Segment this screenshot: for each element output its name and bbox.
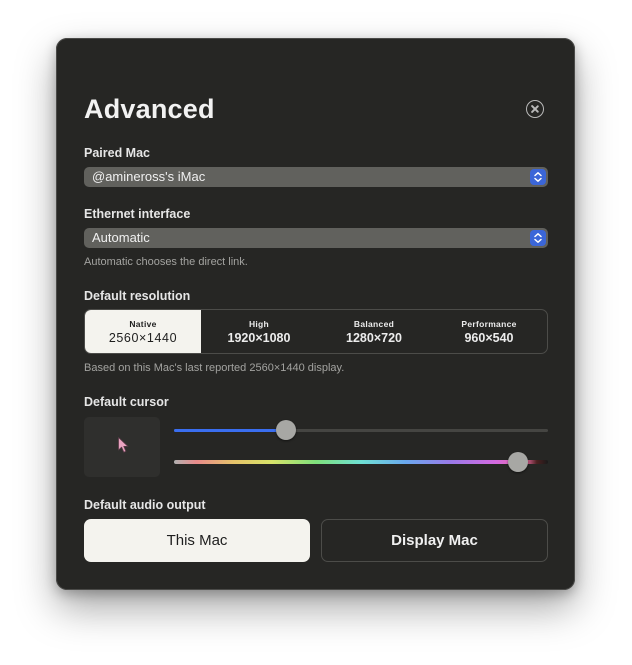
default-resolution-label: Default resolution [84, 289, 191, 303]
resolution-option-value: 960×540 [464, 331, 514, 345]
audio-option-this-mac[interactable]: This Mac [84, 519, 310, 562]
resolution-option-name: Performance [461, 319, 517, 329]
cursor-color-slider[interactable] [174, 460, 548, 464]
cursor-color-slider-thumb[interactable] [508, 452, 529, 472]
resolution-option-name: Native [129, 319, 157, 329]
default-audio-output-label: Default audio output [84, 498, 206, 512]
paired-mac-select[interactable]: @amineross's iMac [84, 167, 548, 187]
ethernet-interface-label: Ethernet interface [84, 207, 191, 221]
audio-option-display-mac[interactable]: Display Mac [321, 519, 548, 562]
paired-mac-value: @amineross's iMac [92, 169, 206, 184]
dialog-title: Advanced [84, 94, 215, 124]
advanced-dialog: Advanced Paired Mac @amineross's iMac Et… [56, 38, 575, 590]
cursor-size-slider-fill [174, 429, 287, 432]
ethernet-interface-select[interactable]: Automatic [84, 228, 548, 248]
ethernet-interface-value: Automatic [92, 230, 150, 245]
resolution-option-balanced[interactable]: Balanced 1280×720 [317, 310, 431, 353]
stepper-chevrons-icon [530, 169, 546, 185]
ethernet-help-text: Automatic chooses the direct link. [84, 256, 248, 268]
paired-mac-label: Paired Mac [84, 146, 151, 160]
stepper-chevrons-icon [530, 230, 546, 246]
cursor-size-slider[interactable] [174, 429, 548, 432]
resolution-option-high[interactable]: High 1920×1080 [201, 310, 317, 353]
resolution-option-name: High [248, 319, 270, 329]
close-icon[interactable] [526, 100, 544, 118]
resolution-option-value: 1280×720 [346, 331, 402, 345]
default-cursor-label: Default cursor [84, 395, 169, 409]
arrow-cursor-icon [118, 437, 129, 453]
resolution-segmented-control: Native 2560×1440 High 1920×1080 Balanced… [84, 309, 548, 354]
resolution-help-text: Based on this Mac's last reported 2560×1… [84, 362, 345, 374]
resolution-option-value: 1920×1080 [227, 331, 291, 345]
resolution-option-name: Balanced [353, 319, 395, 329]
resolution-option-value: 2560×1440 [108, 331, 178, 345]
cursor-size-slider-thumb[interactable] [276, 420, 297, 440]
cursor-preview [84, 417, 160, 477]
resolution-option-performance[interactable]: Performance 960×540 [431, 310, 547, 353]
resolution-option-native[interactable]: Native 2560×1440 [85, 310, 201, 353]
